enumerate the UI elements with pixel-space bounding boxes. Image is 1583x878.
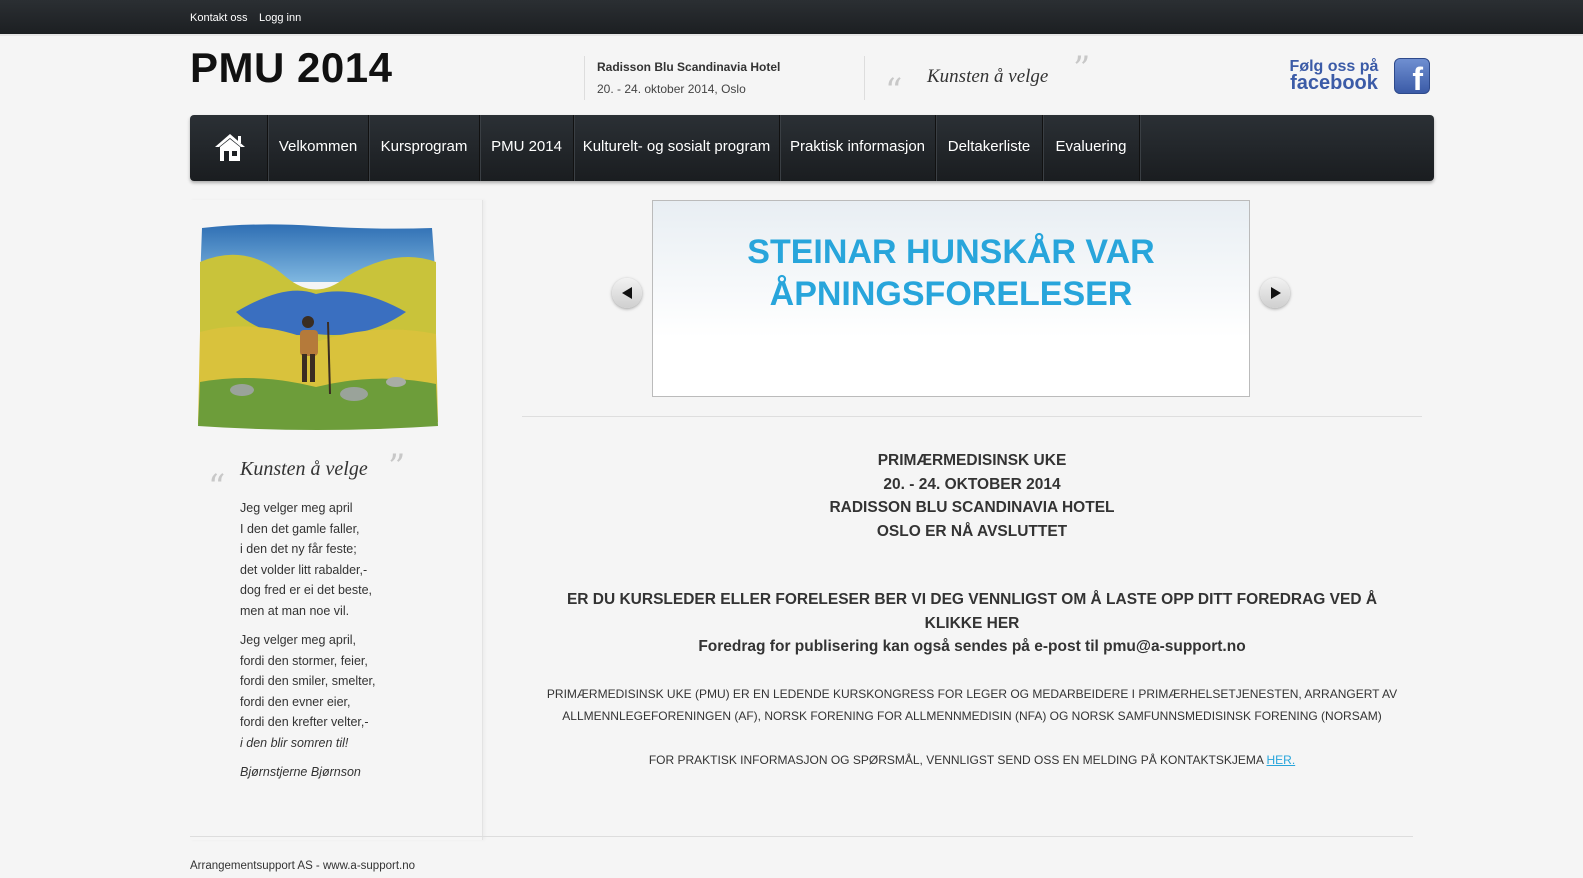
- about-line: ALLMENNLEGEFORENINGEN (AF), NORSK FORENI…: [562, 709, 1382, 723]
- site-title[interactable]: PMU 2014: [190, 44, 392, 92]
- nav-home[interactable]: [190, 115, 268, 181]
- facebook-icon: f: [1394, 58, 1430, 97]
- upload-email-line: Foredrag for publisering kan også sendes…: [698, 638, 1246, 655]
- poem-stanza-1: Jeg velger meg april I den det gamle fal…: [240, 498, 375, 621]
- slider-next-button[interactable]: [1260, 278, 1290, 308]
- main-nav: Velkommen Kursprogram PMU 2014 Kulturelt…: [190, 115, 1434, 181]
- slider-prev-button[interactable]: [612, 278, 642, 308]
- quote-open-icon: “: [885, 71, 903, 111]
- slide-title[interactable]: STEINAR HUNSKÅR VAR ÅPNINGSFORELESER: [653, 231, 1249, 315]
- arrow-left-icon: [622, 287, 632, 299]
- event-line: 20. - 24. OKTOBER 2014: [883, 475, 1061, 493]
- poem-author: Bjørnstjerne Bjørnson: [240, 765, 361, 779]
- watercolor-painting-image: [198, 224, 438, 430]
- facebook-label-line2: facebook: [1290, 72, 1378, 94]
- content-divider: [522, 416, 1422, 417]
- header-quote-text: Kunsten å velge: [927, 66, 1049, 87]
- poem-line: fordi den smiler, smelter,: [240, 674, 376, 688]
- nav-evaluering[interactable]: Evaluering: [1043, 115, 1140, 181]
- poem-line: fordi den evner eier,: [240, 694, 351, 709]
- footer-text: Arrangementsupport AS - www.a-support.no: [190, 860, 416, 872]
- footer-divider: [190, 836, 1413, 837]
- quote-open-icon: “: [208, 467, 226, 507]
- poem-line: men at man noe vil.: [240, 603, 350, 618]
- nav-praktisk-informasjon[interactable]: Praktisk informasjon: [780, 115, 936, 181]
- contact-info: FOR PRAKTISK INFORMASJON OG SPØRSMÅL, VE…: [522, 749, 1422, 771]
- nav-pmu-2014[interactable]: PMU 2014: [480, 115, 574, 181]
- home-icon: [215, 134, 245, 161]
- login-link[interactable]: Logg inn: [259, 12, 301, 24]
- slide-title-line2: ÅPNINGSFORELESER: [769, 275, 1133, 313]
- slide-title-line1: STEINAR HUNSKÅR VAR: [747, 233, 1155, 271]
- about-line: PRIMÆRMEDISINSK UKE (PMU) ER EN LEDENDE …: [546, 687, 1398, 701]
- venue-name: Radisson Blu Scandinavia Hotel: [597, 60, 781, 74]
- event-info: PRIMÆRMEDISINSK UKE 20. - 24. OKTOBER 20…: [522, 449, 1422, 543]
- poem-line: Jeg velger meg april,: [240, 633, 357, 647]
- poem-line: I den det gamle faller,: [240, 521, 360, 536]
- poem-line: fordi den krefter velter,-: [240, 715, 369, 729]
- poem-line: i den det ny får feste;: [240, 542, 357, 556]
- poem-line: fordi den stormer, feier,: [240, 653, 368, 668]
- quote-close-icon: ”: [388, 447, 406, 487]
- poem-stanza-2: Jeg velger meg april, fordi den stormer,…: [240, 630, 375, 753]
- poem-line: Jeg velger meg april: [240, 501, 353, 515]
- event-line: OSLO ER NÅ AVSLUTTET: [876, 522, 1068, 540]
- upload-line[interactable]: ER DU KURSLEDER ELLER FORELESER BER VI D…: [522, 588, 1422, 612]
- slider-panel: STEINAR HUNSKÅR VAR ÅPNINGSFORELESER: [652, 200, 1250, 397]
- upload-click-here-link[interactable]: KLIKKE HER: [522, 612, 1422, 636]
- poem-line: i den blir somren til!: [240, 735, 349, 750]
- poem: Jeg velger meg april I den det gamle fal…: [240, 498, 375, 783]
- about-text: PRIMÆRMEDISINSK UKE (PMU) ER EN LEDENDE …: [522, 683, 1422, 727]
- contact-text: FOR PRAKTISK INFORMASJON OG SPØRSMÅL, VE…: [648, 753, 1267, 767]
- top-bar: Kontakt oss Logg inn: [0, 0, 1583, 36]
- event-line: PRIMÆRMEDISINSK UKE: [877, 452, 1067, 469]
- sidebar-quote-title: Kunsten å velge: [240, 458, 368, 480]
- header-venue: Radisson Blu Scandinavia Hotel 20. - 24.…: [584, 56, 780, 100]
- nav-kursprogram[interactable]: Kursprogram: [369, 115, 480, 181]
- event-line: RADISSON BLU SCANDINAVIA HOTEL: [829, 499, 1115, 516]
- nav-deltakerliste[interactable]: Deltakerliste: [936, 115, 1043, 181]
- contact-form-link[interactable]: HER.: [1267, 753, 1296, 767]
- nav-velkommen[interactable]: Velkommen: [268, 115, 369, 181]
- poem-line: dog fred er ei det beste,: [240, 583, 373, 597]
- nav-kulturelt-sosialt[interactable]: Kulturelt- og sosialt program: [574, 115, 780, 181]
- contact-link[interactable]: Kontakt oss: [190, 12, 247, 24]
- arrow-right-icon: [1271, 287, 1281, 299]
- upload-info: ER DU KURSLEDER ELLER FORELESER BER VI D…: [522, 588, 1422, 659]
- facebook-label: Følg oss på facebook: [1286, 58, 1382, 94]
- venue-dates: 20. - 24. oktober 2014, Oslo: [597, 82, 746, 96]
- facebook-link[interactable]: Følg oss på facebook f: [1286, 56, 1436, 100]
- poem-line: det volder litt rabalder,-: [240, 562, 368, 577]
- header-quote: “ Kunsten å velge ”: [864, 52, 1105, 108]
- quote-close-icon: ”: [1073, 49, 1091, 89]
